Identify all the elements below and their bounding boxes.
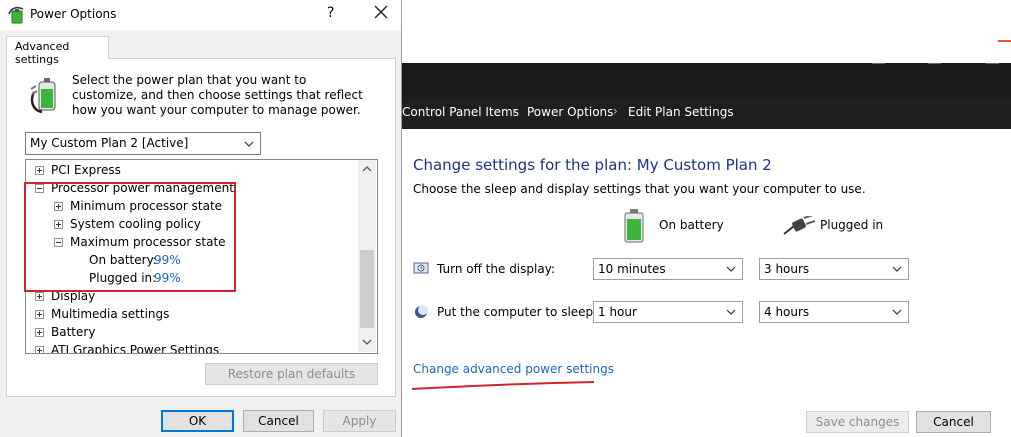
page-subtitle: Choose the sleep and display settings th… <box>413 182 866 196</box>
breadcrumb-control-panel-items[interactable]: Control Panel Items <box>402 105 519 119</box>
expand-plus-icon[interactable] <box>35 310 44 319</box>
tab-advanced-settings[interactable]: Advanced settings <box>6 36 109 66</box>
breadcrumb-separator-icon: › <box>512 104 517 118</box>
save-changes-button[interactable]: Save changes <box>806 411 909 433</box>
power-plan-select[interactable]: My Custom Plan 2 [Active] <box>25 132 261 155</box>
sleep-plugged-in-value: 4 hours <box>764 305 810 319</box>
background-window-top <box>402 0 1011 63</box>
window-title-bar <box>402 63 1011 97</box>
sleep-plugged-in-select[interactable]: 4 hours <box>759 301 909 323</box>
maximize-mark <box>928 63 941 64</box>
tree-item-label: PCI Express <box>51 163 121 177</box>
battery-plug-illustration-icon <box>30 78 56 114</box>
chevron-down-icon <box>726 266 736 272</box>
tree-item-label: Battery <box>51 325 96 339</box>
plugged-in-column-header: Plugged in <box>820 218 884 232</box>
red-annotation-underline <box>411 381 595 390</box>
address-bar: Control Panel Items › Power Options › Ed… <box>402 97 1011 129</box>
expand-plus-icon[interactable] <box>35 292 44 301</box>
dialog-title-bar: Power Options ? <box>0 0 401 30</box>
breadcrumb-edit-plan-settings[interactable]: Edit Plan Settings <box>628 105 734 119</box>
breadcrumb-power-options[interactable]: Power Options <box>527 105 613 119</box>
chevron-down-icon <box>726 309 736 315</box>
page-title: Change settings for the plan: My Custom … <box>413 156 772 174</box>
sleep-on-battery-select[interactable]: 1 hour <box>593 301 743 323</box>
tree-item-pci-express[interactable]: PCI Express <box>26 163 356 181</box>
scroll-down-arrow-icon[interactable] <box>362 338 372 346</box>
breadcrumb-separator-icon: › <box>613 104 618 118</box>
scrollbar-thumb[interactable] <box>360 250 374 328</box>
chevron-down-icon <box>244 141 254 147</box>
help-button[interactable]: ? <box>327 5 334 21</box>
tree-scrollbar[interactable] <box>358 160 376 352</box>
plan-settings-page: Change settings for the plan: My Custom … <box>402 129 1011 437</box>
chevron-down-icon <box>892 266 902 272</box>
restore-plan-defaults-button[interactable]: Restore plan defaults <box>205 363 378 385</box>
display-on-battery-value: 10 minutes <box>598 262 666 276</box>
dialog-title: Power Options <box>30 7 117 21</box>
tree-item-label: Multimedia settings <box>51 307 170 321</box>
sleep-on-battery-value: 1 hour <box>598 305 637 319</box>
tree-item-ati-graphics-power-settings[interactable]: ATI Graphics Power Settings <box>26 343 356 354</box>
display-plugged-in-value: 3 hours <box>764 262 810 276</box>
put-computer-to-sleep-label: Put the computer to sleep: <box>437 305 598 319</box>
ok-button[interactable]: OK <box>161 410 234 432</box>
expand-plus-icon[interactable] <box>35 346 44 353</box>
close-icon[interactable] <box>372 3 390 21</box>
plug-icon <box>783 216 816 235</box>
battery-icon <box>624 209 644 243</box>
dialog-cancel-button[interactable]: Cancel <box>243 410 314 432</box>
change-advanced-power-settings-link[interactable]: Change advanced power settings <box>413 362 614 376</box>
power-options-dialog: Power Options ? Advanced settings Select… <box>0 0 402 437</box>
tree-item-multimedia-settings[interactable]: Multimedia settings <box>26 307 356 325</box>
tree-item-battery[interactable]: Battery <box>26 325 356 343</box>
turn-off-display-label: Turn off the display: <box>437 262 555 276</box>
display-icon <box>413 262 429 274</box>
window-accent-mark <box>998 40 1011 42</box>
moon-icon <box>415 305 428 318</box>
tree-item-label: ATI Graphics Power Settings <box>51 343 220 354</box>
display-on-battery-select[interactable]: 10 minutes <box>593 258 743 280</box>
expand-plus-icon[interactable] <box>35 328 44 337</box>
apply-button[interactable]: Apply <box>323 410 396 432</box>
cancel-button[interactable]: Cancel <box>916 411 991 433</box>
scroll-up-arrow-icon[interactable] <box>362 165 372 173</box>
dialog-instructions: Select the power plan that you want to c… <box>72 73 363 117</box>
on-battery-column-header: On battery <box>659 218 724 232</box>
power-options-app-icon <box>8 6 24 24</box>
red-annotation-box <box>24 182 236 292</box>
chevron-down-icon <box>892 309 902 315</box>
display-plugged-in-select[interactable]: 3 hours <box>759 258 909 280</box>
expand-plus-icon[interactable] <box>35 166 44 175</box>
minimize-mark <box>872 63 885 64</box>
close-mark <box>986 63 999 64</box>
power-plan-select-value: My Custom Plan 2 [Active] <box>30 136 189 150</box>
